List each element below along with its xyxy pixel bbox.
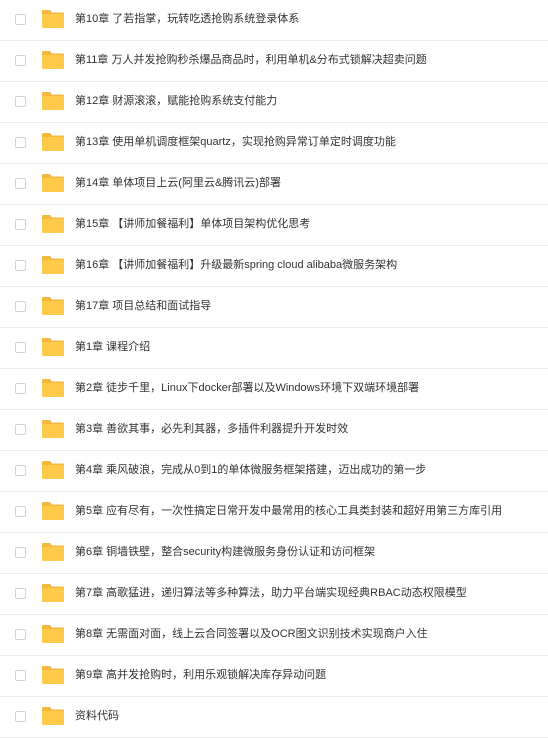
file-row[interactable]: 第10章 了若指掌，玩转吃透抢购系统登录体系 bbox=[0, 0, 548, 41]
file-row[interactable]: 第15章 【讲师加餐福利】单体项目架构优化思考 bbox=[0, 205, 548, 246]
file-name[interactable]: 第3章 善欲其事，必先利其器，多插件利器提升开发时效 bbox=[75, 422, 348, 436]
folder-icon bbox=[41, 624, 65, 644]
file-row[interactable]: 第12章 财源滚滚，赋能抢购系统支付能力 bbox=[0, 82, 548, 123]
file-row[interactable]: 第9章 高并发抢购时，利用乐观锁解决库存异动问题 bbox=[0, 656, 548, 697]
row-checkbox[interactable] bbox=[15, 178, 26, 189]
folder-icon bbox=[41, 132, 65, 152]
file-name[interactable]: 第8章 无需面对面，线上云合同签署以及OCR图文识别技术实现商户入住 bbox=[75, 627, 428, 641]
file-row[interactable]: 第2章 徒步千里，Linux下docker部署以及Windows环境下双端环境部… bbox=[0, 369, 548, 410]
folder-icon bbox=[41, 460, 65, 480]
file-name[interactable]: 资料代码 bbox=[75, 709, 119, 723]
file-name[interactable]: 第7章 高歌猛进，递归算法等多种算法，助力平台端实现经典RBAC动态权限模型 bbox=[75, 586, 467, 600]
file-name[interactable]: 第1章 课程介绍 bbox=[75, 340, 150, 354]
file-row[interactable]: 第3章 善欲其事，必先利其器，多插件利器提升开发时效 bbox=[0, 410, 548, 451]
file-name[interactable]: 第11章 万人并发抢购秒杀爆品商品时，利用单机&分布式锁解决超卖问题 bbox=[75, 53, 427, 67]
file-row[interactable]: 第8章 无需面对面，线上云合同签署以及OCR图文识别技术实现商户入住 bbox=[0, 615, 548, 656]
file-row[interactable]: 第6章 铜墙铁壁，整合security构建微服务身份认证和访问框架 bbox=[0, 533, 548, 574]
file-name[interactable]: 第2章 徒步千里，Linux下docker部署以及Windows环境下双端环境部… bbox=[75, 381, 419, 395]
folder-icon bbox=[41, 337, 65, 357]
file-name[interactable]: 第17章 项目总结和面试指导 bbox=[75, 299, 211, 313]
file-name[interactable]: 第5章 应有尽有，一次性搞定日常开发中最常用的核心工具类封装和超好用第三方库引用 bbox=[75, 504, 502, 518]
file-list: 第10章 了若指掌，玩转吃透抢购系统登录体系第11章 万人并发抢购秒杀爆品商品时… bbox=[0, 0, 548, 738]
row-checkbox[interactable] bbox=[15, 588, 26, 599]
row-checkbox[interactable] bbox=[15, 55, 26, 66]
row-checkbox[interactable] bbox=[15, 424, 26, 435]
file-name[interactable]: 第10章 了若指掌，玩转吃透抢购系统登录体系 bbox=[75, 12, 299, 26]
folder-icon bbox=[41, 542, 65, 562]
file-row[interactable]: 第17章 项目总结和面试指导 bbox=[0, 287, 548, 328]
folder-icon bbox=[41, 583, 65, 603]
row-checkbox[interactable] bbox=[15, 301, 26, 312]
folder-icon bbox=[41, 9, 65, 29]
file-row[interactable]: 第1章 课程介绍 bbox=[0, 328, 548, 369]
folder-icon bbox=[41, 378, 65, 398]
file-name[interactable]: 第9章 高并发抢购时，利用乐观锁解决库存异动问题 bbox=[75, 668, 326, 682]
file-name[interactable]: 第15章 【讲师加餐福利】单体项目架构优化思考 bbox=[75, 217, 310, 231]
file-row[interactable]: 第7章 高歌猛进，递归算法等多种算法，助力平台端实现经典RBAC动态权限模型 bbox=[0, 574, 548, 615]
row-checkbox[interactable] bbox=[15, 465, 26, 476]
row-checkbox[interactable] bbox=[15, 96, 26, 107]
folder-icon bbox=[41, 706, 65, 726]
folder-icon bbox=[41, 214, 65, 234]
file-row[interactable]: 第4章 乘风破浪，完成从0到1的单体微服务框架搭建，迈出成功的第一步 bbox=[0, 451, 548, 492]
file-name[interactable]: 第4章 乘风破浪，完成从0到1的单体微服务框架搭建，迈出成功的第一步 bbox=[75, 463, 426, 477]
file-row[interactable]: 第5章 应有尽有，一次性搞定日常开发中最常用的核心工具类封装和超好用第三方库引用 bbox=[0, 492, 548, 533]
folder-icon bbox=[41, 296, 65, 316]
file-name[interactable]: 第13章 使用单机调度框架quartz，实现抢购异常订单定时调度功能 bbox=[75, 135, 396, 149]
row-checkbox[interactable] bbox=[15, 219, 26, 230]
row-checkbox[interactable] bbox=[15, 342, 26, 353]
row-checkbox[interactable] bbox=[15, 547, 26, 558]
row-checkbox[interactable] bbox=[15, 506, 26, 517]
file-name[interactable]: 第6章 铜墙铁壁，整合security构建微服务身份认证和访问框架 bbox=[75, 545, 375, 559]
file-row[interactable]: 第16章 【讲师加餐福利】升级最新spring cloud alibaba微服务… bbox=[0, 246, 548, 287]
folder-icon bbox=[41, 91, 65, 111]
folder-icon bbox=[41, 173, 65, 193]
folder-icon bbox=[41, 501, 65, 521]
row-checkbox[interactable] bbox=[15, 137, 26, 148]
folder-icon bbox=[41, 419, 65, 439]
file-name[interactable]: 第12章 财源滚滚，赋能抢购系统支付能力 bbox=[75, 94, 277, 108]
file-name[interactable]: 第16章 【讲师加餐福利】升级最新spring cloud alibaba微服务… bbox=[75, 258, 397, 272]
file-row[interactable]: 第14章 单体项目上云(阿里云&腾讯云)部署 bbox=[0, 164, 548, 205]
row-checkbox[interactable] bbox=[15, 711, 26, 722]
row-checkbox[interactable] bbox=[15, 629, 26, 640]
file-row[interactable]: 资料代码 bbox=[0, 697, 548, 738]
row-checkbox[interactable] bbox=[15, 260, 26, 271]
folder-icon bbox=[41, 665, 65, 685]
folder-icon bbox=[41, 50, 65, 70]
folder-icon bbox=[41, 255, 65, 275]
file-row[interactable]: 第11章 万人并发抢购秒杀爆品商品时，利用单机&分布式锁解决超卖问题 bbox=[0, 41, 548, 82]
file-name[interactable]: 第14章 单体项目上云(阿里云&腾讯云)部署 bbox=[75, 176, 281, 190]
row-checkbox[interactable] bbox=[15, 14, 26, 25]
file-row[interactable]: 第13章 使用单机调度框架quartz，实现抢购异常订单定时调度功能 bbox=[0, 123, 548, 164]
row-checkbox[interactable] bbox=[15, 383, 26, 394]
row-checkbox[interactable] bbox=[15, 670, 26, 681]
